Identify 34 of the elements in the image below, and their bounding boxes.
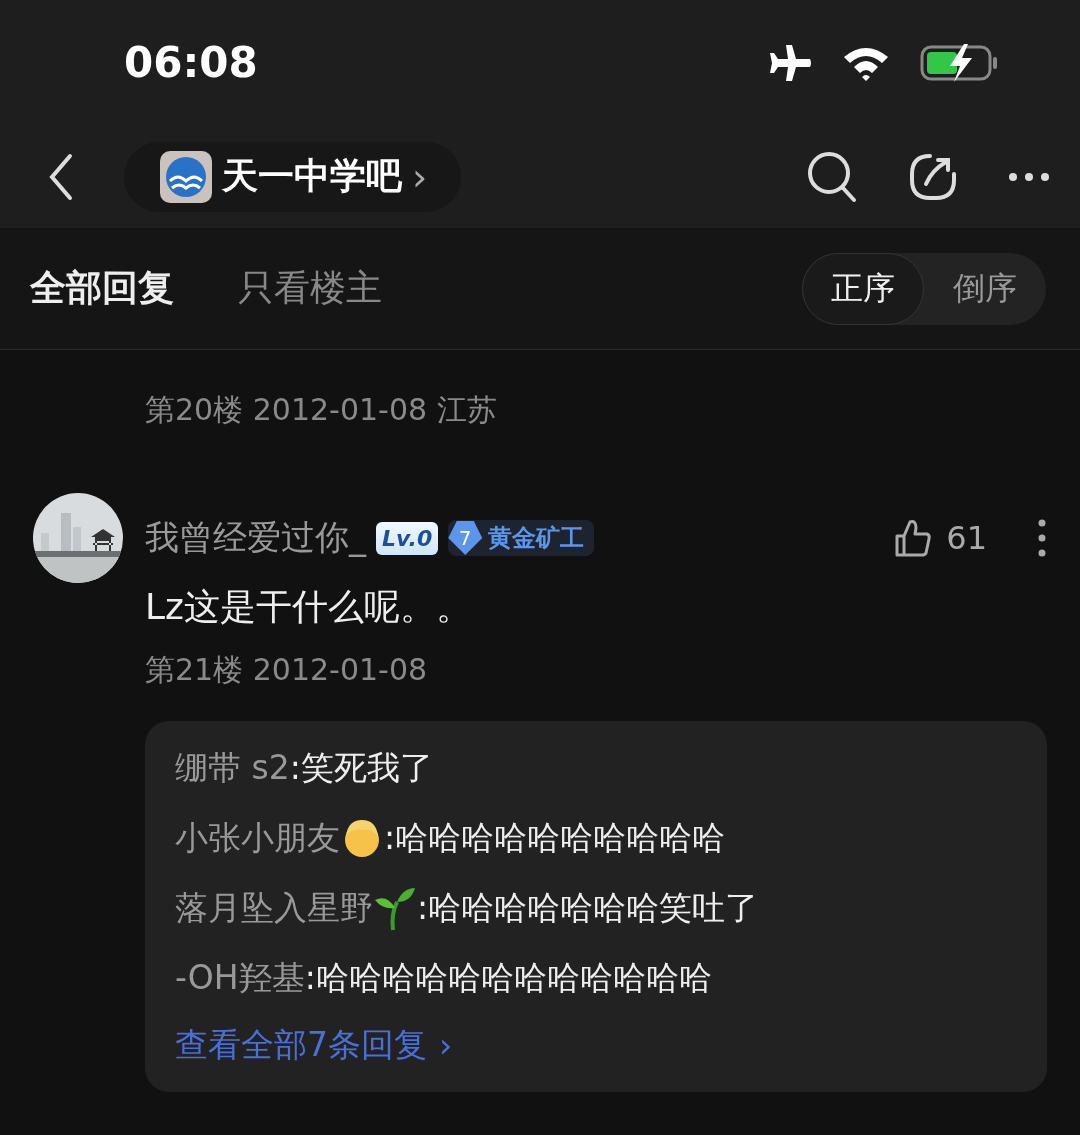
forum-name: 天一中学吧	[222, 154, 402, 198]
status-time: 06:08	[124, 38, 258, 87]
tab[interactable]: 只看楼主	[238, 264, 382, 313]
reply-author[interactable]: 小张小朋友	[175, 815, 340, 861]
like-count: 61	[946, 519, 987, 557]
reply-author[interactable]: 绷带 s2	[175, 745, 290, 791]
sort-option[interactable]: 正序	[802, 252, 924, 325]
floor-meta: 第21楼 2012-01-08	[145, 651, 429, 689]
rank-title: 黄金矿工	[488, 523, 585, 554]
tab[interactable]: 全部回复	[30, 264, 174, 313]
battery-charging-icon	[920, 43, 1000, 82]
level-badge: Lv.0	[376, 521, 439, 555]
reply-text: :哈哈哈哈哈哈哈哈哈哈	[384, 816, 726, 859]
reply-text: :哈哈哈哈哈哈哈笑吐了	[417, 886, 759, 929]
floor-meta: 第20楼 2012-01-08 江苏	[145, 391, 498, 429]
chevron-icon: ›	[412, 154, 428, 199]
search-icon[interactable]	[806, 149, 858, 204]
back-icon[interactable]	[48, 152, 74, 201]
reply-text: :笑死我了	[289, 746, 433, 789]
reply-author[interactable]: -OH羟基	[175, 955, 305, 1001]
reply-author[interactable]: 落月坠入星野	[175, 885, 373, 931]
more-vertical-icon[interactable]	[1037, 518, 1047, 558]
view-all-replies-link[interactable]: 查看全部7条回复 ›	[175, 1023, 1017, 1068]
reply-text: :哈哈哈哈哈哈哈哈哈哈哈哈	[304, 956, 712, 999]
school-logo-icon	[160, 150, 212, 203]
author-name[interactable]: 我曾经爱过你_	[145, 515, 366, 561]
thumbs-up-icon[interactable]	[894, 518, 933, 558]
airplane-icon	[768, 42, 812, 83]
rank-number: 7	[448, 521, 483, 555]
edit-icon[interactable]	[908, 151, 958, 202]
forum-title-pill[interactable]: 天一中学吧 ›	[124, 141, 462, 212]
more-icon[interactable]	[1008, 171, 1050, 182]
post-content: Lz这是干什么呢。。	[145, 585, 473, 629]
sort-option[interactable]: 倒序	[924, 252, 1046, 325]
